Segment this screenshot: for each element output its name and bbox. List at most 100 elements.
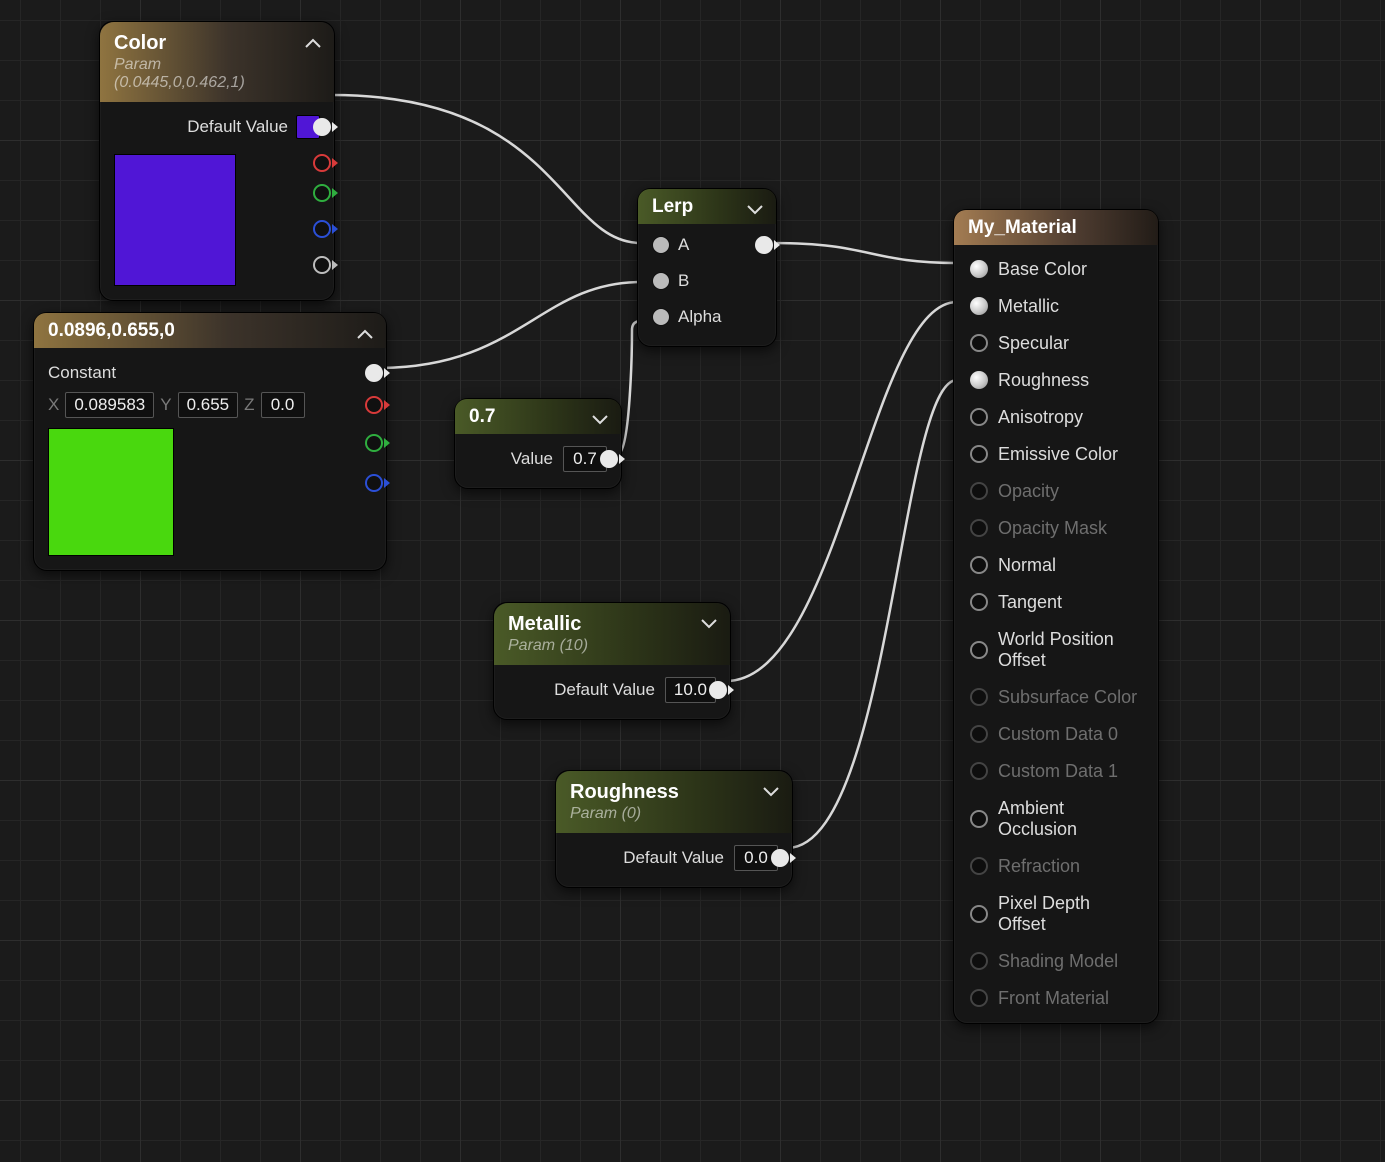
input-pin-icon[interactable] — [970, 688, 988, 706]
node-title: Metallic — [508, 613, 686, 635]
input-label: Opacity — [998, 481, 1059, 502]
output-pin-g[interactable] — [364, 433, 384, 453]
input-label: Refraction — [998, 856, 1080, 877]
material-input-world-position-offset[interactable]: World Position Offset — [954, 621, 1158, 679]
chevron-down-icon[interactable] — [700, 615, 718, 633]
output-pin[interactable] — [754, 235, 774, 255]
input-label: Custom Data 0 — [998, 724, 1118, 745]
node-title: Lerp — [652, 197, 732, 218]
input-pin-icon[interactable] — [970, 593, 988, 611]
material-input-tangent[interactable]: Tangent — [954, 584, 1158, 621]
node-header[interactable]: Roughness Param (0) — [556, 771, 792, 833]
input-pin-icon[interactable] — [970, 334, 988, 352]
input-pin-icon[interactable] — [970, 408, 988, 426]
material-input-normal[interactable]: Normal — [954, 547, 1158, 584]
node-header[interactable]: 0.7 — [455, 399, 621, 434]
input-pin-icon[interactable] — [970, 519, 988, 537]
node-material-output[interactable]: My_Material Base Color MetallicSpecular Ro… — [953, 209, 1159, 1024]
input-label: Roughness — [998, 370, 1089, 391]
input-a-label: A — [678, 235, 689, 255]
node-title: Color — [114, 32, 290, 54]
node-header[interactable]: My_Material — [954, 210, 1158, 245]
material-input-custom-data-0[interactable]: Custom Data 0 — [954, 716, 1158, 753]
input-pin-icon[interactable] — [970, 857, 988, 875]
node-lerp[interactable]: Lerp A B Alpha — [637, 188, 777, 347]
input-pin-icon[interactable] — [970, 641, 988, 659]
node-roughness-param[interactable]: Roughness Param (0) Default Value 0.0 — [555, 770, 793, 888]
material-input-shading-model[interactable]: Shading Model — [954, 943, 1158, 980]
color-preview — [48, 428, 174, 556]
material-input-base-color[interactable]: Base Color — [954, 251, 1158, 288]
input-pin-icon[interactable] — [970, 989, 988, 1007]
material-input-opacity-mask[interactable]: Opacity Mask — [954, 510, 1158, 547]
output-pin-b[interactable] — [312, 219, 332, 239]
input-pin-alpha[interactable] — [652, 308, 670, 326]
input-pin-b[interactable] — [652, 272, 670, 290]
material-input-emissive-color[interactable]: Emissive Color — [954, 436, 1158, 473]
material-input-custom-data-1[interactable]: Custom Data 1 — [954, 753, 1158, 790]
input-pin-icon[interactable] — [970, 905, 988, 923]
output-pin[interactable] — [770, 848, 790, 868]
input-pin-icon[interactable] — [970, 371, 988, 389]
node-title: 0.0896,0.655,0 — [48, 321, 342, 342]
x-value[interactable]: 0.089583 — [65, 392, 154, 418]
input-label: World Position Offset — [998, 629, 1142, 671]
y-value[interactable]: 0.655 — [178, 392, 239, 418]
input-pin-icon[interactable] — [970, 810, 988, 828]
material-input-refraction[interactable]: Refraction — [954, 848, 1158, 885]
material-input-pixel-depth-offset[interactable]: Pixel Depth Offset — [954, 885, 1158, 943]
input-pin-icon[interactable] — [970, 260, 988, 278]
input-pin-icon[interactable] — [970, 482, 988, 500]
input-pin-icon[interactable] — [970, 556, 988, 574]
chevron-up-icon[interactable] — [304, 34, 322, 52]
node-constant3[interactable]: 0.0896,0.655,0 Constant X 0.089583 Y 0.6… — [33, 312, 387, 571]
node-subtitle: Param (10) — [508, 637, 686, 655]
input-label: Anisotropy — [998, 407, 1083, 428]
material-input-roughness[interactable]: Roughness — [954, 362, 1158, 399]
output-pin[interactable] — [599, 449, 619, 469]
node-title: 0.7 — [469, 407, 577, 428]
input-pin-icon[interactable] — [970, 952, 988, 970]
y-label: Y — [160, 395, 171, 415]
material-input-metallic[interactable]: Metallic — [954, 288, 1158, 325]
material-input-subsurface-color[interactable]: Subsurface Color — [954, 679, 1158, 716]
default-value-label: Default Value — [554, 680, 655, 700]
material-input-anisotropy[interactable]: Anisotropy — [954, 399, 1158, 436]
input-pin-icon[interactable] — [970, 297, 988, 315]
output-pin-a[interactable] — [312, 255, 332, 275]
input-pin-a[interactable] — [652, 236, 670, 254]
output-pin-b[interactable] — [364, 473, 384, 493]
node-header[interactable]: Metallic Param (10) — [494, 603, 730, 665]
node-subtitle: Param (0.0445,0,0.462,1) — [114, 56, 290, 92]
input-pin-icon[interactable] — [970, 762, 988, 780]
output-pin-r[interactable] — [364, 395, 384, 415]
input-label: Base Color — [998, 259, 1087, 280]
material-input-front-material[interactable]: Front Material — [954, 980, 1158, 1017]
chevron-down-icon[interactable] — [746, 201, 764, 219]
input-pin-icon[interactable] — [970, 725, 988, 743]
output-pin[interactable] — [708, 680, 728, 700]
chevron-up-icon[interactable] — [356, 325, 374, 343]
chevron-down-icon[interactable] — [762, 783, 780, 801]
input-label: Front Material — [998, 988, 1109, 1009]
node-header[interactable]: Color Param (0.0445,0,0.462,1) — [100, 22, 334, 102]
chevron-down-icon[interactable] — [591, 411, 609, 429]
node-scalar-07[interactable]: 0.7 Value 0.7 — [454, 398, 622, 489]
input-pin-icon[interactable] — [970, 445, 988, 463]
output-pin-rgb[interactable] — [364, 363, 384, 383]
node-color-param[interactable]: Color Param (0.0445,0,0.462,1) Default V… — [99, 21, 335, 301]
output-pin-r[interactable] — [312, 153, 332, 173]
z-value[interactable]: 0.0 — [261, 392, 305, 418]
material-input-opacity[interactable]: Opacity — [954, 473, 1158, 510]
material-input-specular[interactable]: Specular — [954, 325, 1158, 362]
node-metallic-param[interactable]: Metallic Param (10) Default Value 10.0 — [493, 602, 731, 720]
node-header[interactable]: Lerp — [638, 189, 776, 224]
node-title: Roughness — [570, 781, 748, 803]
output-pin-rgba[interactable] — [312, 117, 332, 137]
output-pin-g[interactable] — [312, 183, 332, 203]
material-input-ambient-occlusion[interactable]: Ambient Occlusion — [954, 790, 1158, 848]
node-header[interactable]: 0.0896,0.655,0 — [34, 313, 386, 348]
input-label: Ambient Occlusion — [998, 798, 1142, 840]
input-label: Subsurface Color — [998, 687, 1137, 708]
input-label: Custom Data 1 — [998, 761, 1118, 782]
